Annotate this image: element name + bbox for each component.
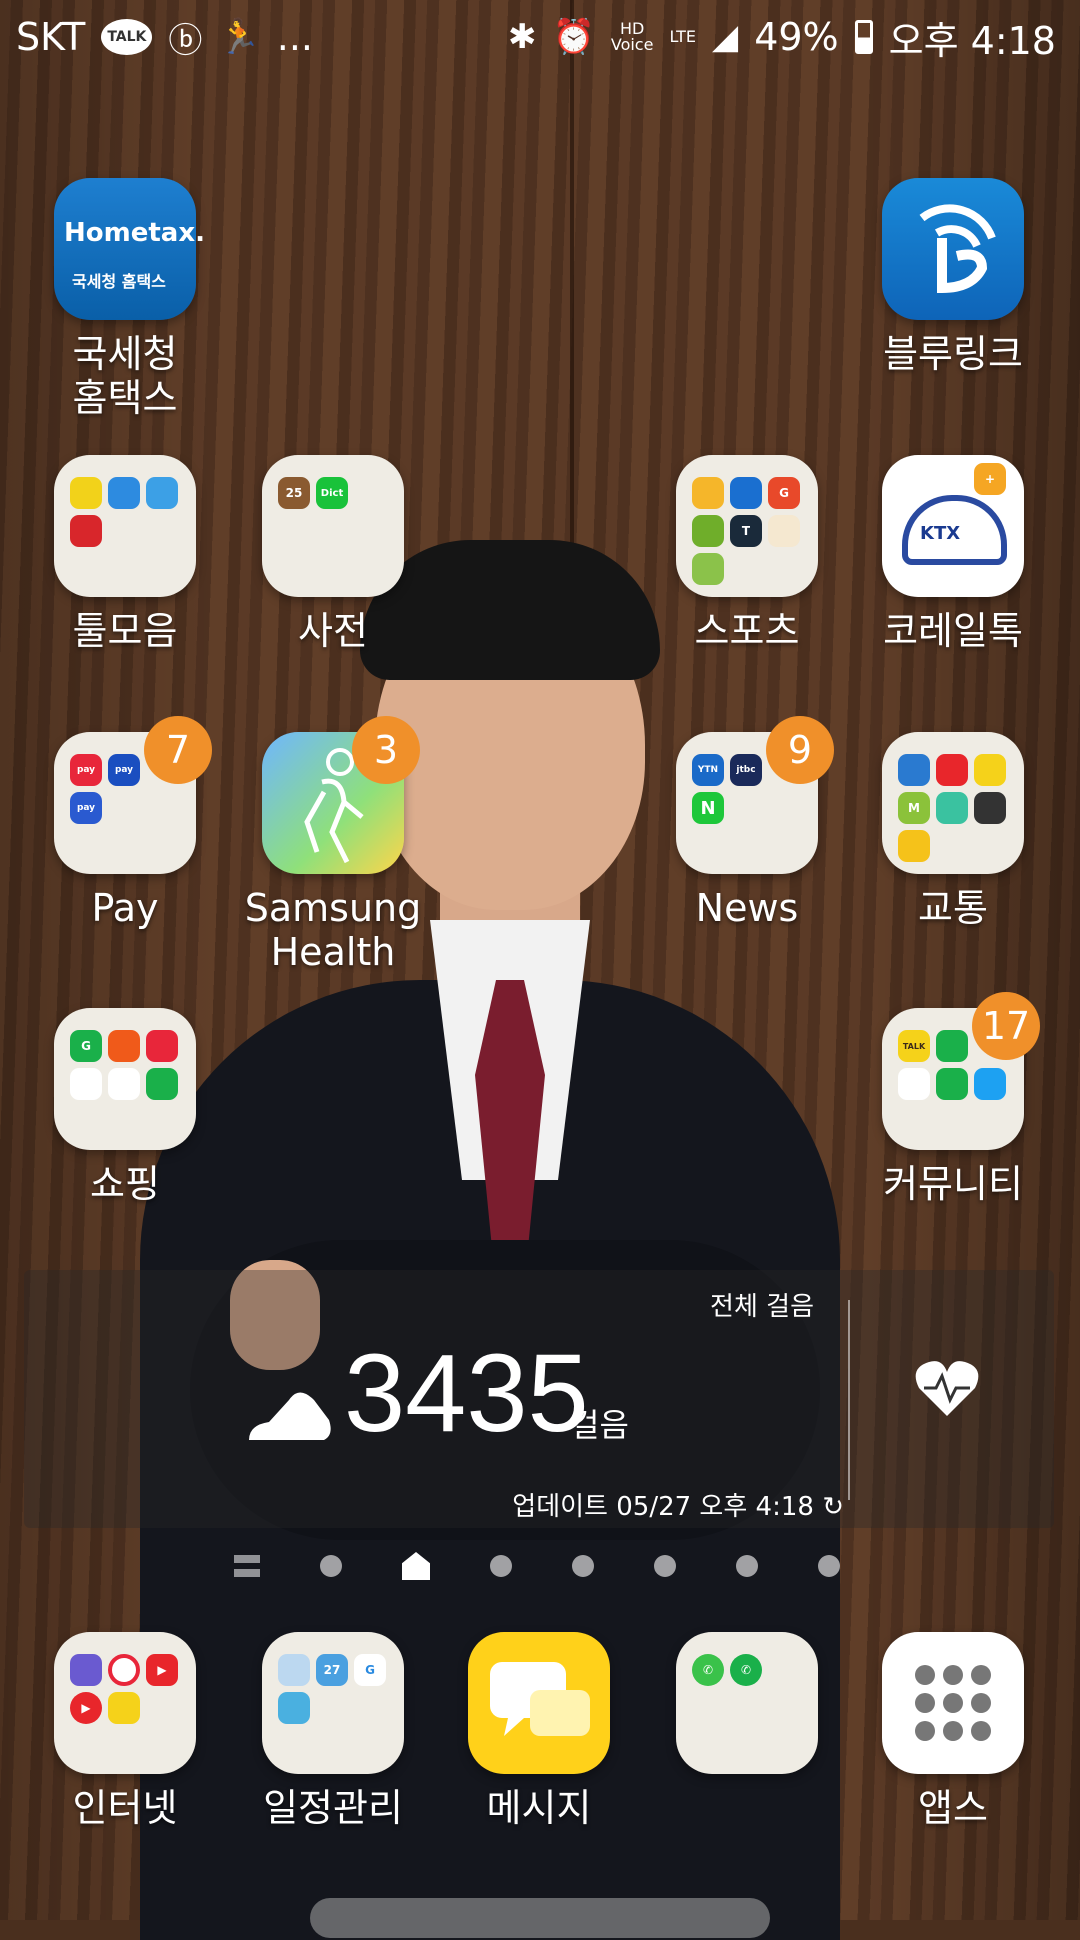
folder-label: 교통 <box>918 886 988 930</box>
notification-badge: 7 <box>144 716 212 784</box>
app-label: 앱스 <box>918 1786 988 1830</box>
heart-rate-icon[interactable] <box>914 1358 980 1422</box>
folder-label: Pay <box>91 886 159 930</box>
folder-calendar[interactable]: 27 G 일정관리 <box>238 1632 428 1830</box>
samsung-health-icon: 3 <box>262 716 420 874</box>
folder-label: 사전 <box>298 609 368 653</box>
step-unit: 걸음 <box>570 1406 629 1444</box>
folder-sports[interactable]: G T 스포츠 <box>652 455 842 653</box>
folder-dictionary[interactable]: 25 Dict 사전 <box>238 455 428 653</box>
lte-icon: LTE <box>669 27 697 46</box>
app-samsung-health[interactable]: 3 Samsung Health <box>238 716 428 974</box>
phone-folder-icon: ✆ ✆ <box>676 1632 818 1774</box>
alarm-icon: ⏰ <box>552 17 595 57</box>
step-count: 3435 <box>344 1332 589 1455</box>
navigation-handle[interactable] <box>310 1898 770 1938</box>
refresh-icon[interactable]: ↻ <box>822 1492 844 1522</box>
folder-label: 커뮤니티 <box>883 1162 1023 1206</box>
app-label: 블루링크 <box>883 332 1023 376</box>
battery-percent: 49% <box>754 15 839 59</box>
app-label: 국세청 홈택스 <box>72 332 178 420</box>
app-bluelink[interactable]: 블루링크 <box>858 178 1048 376</box>
signal-icon: ◢ <box>712 17 739 57</box>
folder-shopping[interactable]: G 쇼핑 <box>30 1008 220 1206</box>
folder-internet[interactable]: ▶ ▶ 인터넷 <box>30 1632 220 1830</box>
shopping-folder-icon: G <box>54 1008 196 1150</box>
notification-badge: 3 <box>352 716 420 784</box>
calendar-folder-icon: 27 G <box>262 1632 404 1774</box>
folder-label: 일정관리 <box>263 1786 403 1830</box>
page-dot[interactable] <box>320 1555 342 1577</box>
folder-news[interactable]: YTN jtbc N 9 News <box>652 716 842 930</box>
internet-folder-icon: ▶ ▶ <box>54 1632 196 1774</box>
app-label: 코레일톡 <box>883 609 1023 653</box>
last-updated[interactable]: 업데이트 05/27 오후 4:18 ↻ <box>512 1486 844 1523</box>
folder-label: 인터넷 <box>72 1786 178 1830</box>
folder-phone[interactable]: ✆ ✆ <box>652 1632 842 1786</box>
folder-transit[interactable]: M 교통 <box>858 732 1048 930</box>
widget-title: 전체 걸음 <box>710 1292 814 1322</box>
more-notifications: ... <box>276 15 313 59</box>
page-dot[interactable] <box>654 1555 676 1577</box>
folder-label: 툴모음 <box>72 609 178 653</box>
messages-icon <box>468 1632 610 1774</box>
clock: 오후 4:18 <box>888 18 1056 63</box>
bluelink-notification-icon: ⓑ <box>168 20 203 61</box>
apps-grid-icon <box>882 1632 1024 1774</box>
page-menu-icon[interactable] <box>234 1555 260 1577</box>
hd-voice-icon: HD Voice <box>610 19 654 54</box>
folder-label: News <box>695 886 799 930</box>
bluetooth-icon: ✱ <box>508 17 537 57</box>
bluelink-icon <box>882 178 1024 320</box>
notification-badge: 17 <box>972 992 1040 1060</box>
app-hometax[interactable]: Hometax. 국세청 홈택스 국세청 홈택스 <box>30 178 220 420</box>
widget-divider <box>848 1300 850 1500</box>
shoe-icon <box>244 1380 334 1454</box>
page-indicator[interactable] <box>234 1552 840 1580</box>
status-bar: SKT TALK ⓑ 🏃 ... ✱ ⏰ HD Voice LTE ◢ 49% 오… <box>0 0 1080 74</box>
battery-icon <box>854 20 873 54</box>
apps-drawer-button[interactable]: 앱스 <box>858 1632 1048 1830</box>
news-folder-icon: YTN jtbc N 9 <box>676 716 834 874</box>
page-dot[interactable] <box>572 1555 594 1577</box>
dictionary-folder-icon: 25 Dict <box>262 455 404 597</box>
kakaotalk-icon: TALK <box>101 19 153 55</box>
app-korail-talk[interactable]: KTX + 코레일톡 <box>858 455 1048 653</box>
folder-label: 스포츠 <box>694 609 800 653</box>
pay-folder-icon: pay pay pay 7 <box>54 716 212 874</box>
folder-tools[interactable]: 툴모음 <box>30 455 220 653</box>
hometax-icon: Hometax. 국세청 홈택스 <box>54 178 205 320</box>
community-folder-icon: TALK 17 <box>882 992 1040 1150</box>
page-dot[interactable] <box>490 1555 512 1577</box>
folder-label: 쇼핑 <box>90 1162 160 1206</box>
folder-community[interactable]: TALK 17 커뮤니티 <box>858 992 1048 1206</box>
transit-folder-icon: M <box>882 732 1024 874</box>
app-label: Samsung Health <box>244 886 422 974</box>
carrier-label: SKT <box>16 15 86 59</box>
step-counter-widget[interactable]: 전체 걸음 3435 걸음 업데이트 05/27 오후 4:18 ↻ <box>24 1270 1054 1528</box>
app-label: 메시지 <box>486 1786 592 1830</box>
page-dot[interactable] <box>736 1555 758 1577</box>
sports-folder-icon: G T <box>676 455 818 597</box>
ktx-train-icon: KTX + <box>882 455 1024 597</box>
tools-folder-icon <box>54 455 196 597</box>
folder-pay[interactable]: pay pay pay 7 Pay <box>30 716 220 930</box>
app-messages[interactable]: 메시지 <box>444 1632 634 1830</box>
person-icon: 🏃 <box>218 17 261 57</box>
notification-badge: 9 <box>766 716 834 784</box>
home-page-icon[interactable] <box>402 1552 430 1580</box>
page-dot[interactable] <box>818 1555 840 1577</box>
